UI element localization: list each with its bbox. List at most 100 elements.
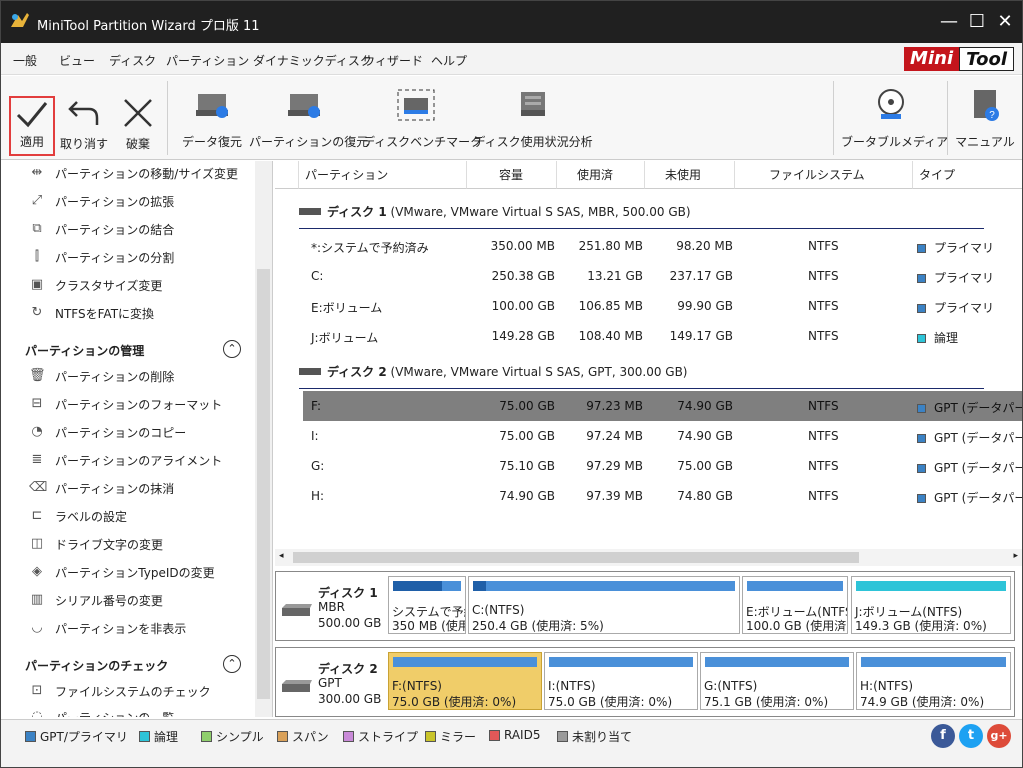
sidebar-item-hide[interactable]: ◡ パーティションを非表示 (29, 618, 186, 638)
cell-capacity: 250.38 GB (491, 269, 555, 283)
eraser-icon: ⌫ (29, 480, 48, 495)
brand-logo: Mini Tool (904, 47, 1014, 71)
disk2-info[interactable]: ディスク 2 GPT 300.00 GB (280, 654, 382, 712)
table-row-selected[interactable]: F: 75.00 GB 97.23 MB 74.90 GB NTFS GPT (… (303, 391, 1022, 421)
cell-partition: E:ボリューム (311, 301, 383, 315)
type-swatch (917, 404, 926, 413)
twitter-icon[interactable]: t (959, 724, 983, 748)
sidebar-item-align[interactable]: ≣ パーティションのアライメント (29, 450, 223, 470)
sidebar-item-copy[interactable]: ◔ パーティションのコピー (29, 422, 186, 442)
disk2-header[interactable]: ディスク 2 (VMware, VMware Virtual S SAS, GP… (299, 363, 687, 380)
partition-size: 250.4 GB (使用済: 5%) (472, 619, 604, 633)
sidebar-item-type-id[interactable]: ◈ パーティションTypeIDの変更 (29, 562, 215, 582)
sidebar-item-delete[interactable]: 🗑 パーティションの削除 (29, 366, 174, 386)
cell-unused: 74.90 GB (677, 429, 733, 443)
sidebar-item-extend[interactable]: ⤢ パーティションの拡張 (29, 191, 174, 211)
collapse-check-toggle[interactable]: ⌃ (223, 655, 241, 673)
disk1-partition-j[interactable]: J:ボリューム(NTFS) 149.3 GB (使用済: 0%) (851, 576, 1011, 634)
header-partition[interactable]: パーティション (299, 161, 467, 189)
disk2-partition-h[interactable]: H:(NTFS) 74.9 GB (使用済: 0%) (856, 652, 1011, 710)
apply-button[interactable]: 適用 (9, 96, 55, 156)
sidebar-item-label: NTFSをFATに変換 (55, 306, 155, 321)
sidebar-item-check-fs[interactable]: ⊡ ファイルシステムのチェック (29, 681, 211, 701)
menu-view[interactable]: ビュー (59, 52, 95, 69)
disk1-info[interactable]: ディスク 1 MBR 500.00 GB (280, 578, 382, 636)
cell-capacity: 149.28 GB (491, 329, 555, 343)
sidebar-item-split[interactable]: ⫿ パーティションの分割 (29, 247, 174, 267)
scroll-right-icon[interactable]: ▸ (1013, 551, 1018, 561)
sidebar-item-wipe[interactable]: ⌫ パーティションの抹消 (29, 478, 174, 498)
data-recovery-button[interactable]: データ復元 (179, 82, 245, 156)
menu-wizard[interactable]: ウィザード (363, 52, 423, 69)
manual-icon: ? (974, 90, 999, 121)
scroll-left-icon[interactable]: ◂ (279, 551, 284, 561)
collapse-manage-toggle[interactable]: ⌃ (223, 340, 241, 358)
disk1-header[interactable]: ディスク 1 (VMware, VMware Virtual S SAS, MB… (299, 203, 691, 220)
manual-button[interactable]: ? マニュアル (953, 82, 1017, 156)
sidebar-item-cluster-size[interactable]: ▣ クラスタサイズ変更 (29, 275, 163, 295)
sidebar-item-serial[interactable]: ▥ シリアル番号の変更 (29, 590, 163, 610)
header-filesystem[interactable]: ファイルシステム (735, 161, 913, 189)
sidebar-item-partition-list[interactable]: ◌ パーティションの一覧 (29, 707, 174, 717)
cell-filesystem: NTFS (808, 489, 839, 503)
disk1-partition-e[interactable]: E:ボリューム(NTFS) 100.0 GB (使用済 (742, 576, 848, 634)
sidebar-item-set-label[interactable]: ⊏ ラベルの設定 (29, 506, 127, 526)
cell-partition: *:システムで予約済み (311, 241, 429, 255)
table-row[interactable]: C: 250.38 GB 13.21 GB 237.17 GB NTFS プライ… (303, 261, 1022, 291)
sidebar-scroll-thumb[interactable] (257, 269, 270, 699)
cell-type: プライマリ (934, 301, 995, 315)
header-spacer (275, 161, 299, 189)
sidebar-item-format[interactable]: ⊟ パーティションのフォーマット (29, 394, 223, 414)
header-type[interactable]: タイプ (913, 161, 1022, 189)
header-used[interactable]: 使用済 (557, 161, 645, 189)
legend-bar: GPT/プライマリ 論理 シンプル スパン ストライプ ミラー RAID5 未割… (1, 719, 1022, 767)
table-row[interactable]: *:システムで予約済み 350.00 MB 251.80 MB 98.20 MB… (303, 231, 1022, 261)
cell-unused: 237.17 GB (669, 269, 733, 283)
disk2-partition-f-selected[interactable]: F:(NTFS) 75.0 GB (使用済: 0%) (388, 652, 542, 710)
google-plus-icon[interactable]: g+ (987, 724, 1011, 748)
table-row[interactable]: J:ボリューム 149.28 GB 108.40 MB 149.17 GB NT… (303, 321, 1022, 351)
menu-partition[interactable]: パーティション (166, 52, 249, 69)
disk1-partition-system[interactable]: システムで予約 350 MB (使用 (388, 576, 466, 634)
partition-recovery-button[interactable]: パーティションの復元 (249, 82, 368, 156)
table-row[interactable]: I: 75.00 GB 97.24 MB 74.90 GB NTFS GPT (… (303, 421, 1022, 451)
maximize-button[interactable]: ☐ (965, 11, 989, 35)
usage-bar (861, 657, 1006, 667)
table-row[interactable]: E:ボリューム 100.00 GB 106.85 MB 99.90 GB NTF… (303, 291, 1022, 321)
bootable-media-button[interactable]: ブータブルメディア (841, 82, 948, 156)
cell-partition: J:ボリューム (311, 331, 379, 345)
cell-used: 97.24 MB (586, 429, 643, 443)
header-capacity[interactable]: 容量 (467, 161, 557, 189)
table-row[interactable]: G: 75.10 GB 97.29 MB 75.00 GB NTFS GPT (… (303, 451, 1022, 481)
table-row[interactable]: H: 74.90 GB 97.39 MB 74.80 GB NTFS GPT (… (303, 481, 1022, 511)
header-unused[interactable]: 未使用 (645, 161, 735, 189)
close-button[interactable]: ✕ (993, 11, 1017, 35)
sidebar-item-label: ドライブ文字の変更 (55, 537, 164, 552)
table-horizontal-scrollbar[interactable]: ◂ ▸ (275, 549, 1022, 566)
cell-partition: G: (311, 459, 325, 473)
disk-benchmark-button[interactable]: ディスクベンチマーク (363, 82, 482, 156)
discard-button[interactable]: 破棄 (115, 96, 161, 156)
disk2-partition-g[interactable]: G:(NTFS) 75.1 GB (使用済: 0%) (700, 652, 854, 710)
check-fs-icon: ⊡ (31, 683, 43, 698)
sidebar-item-ntfs-to-fat[interactable]: ↻ NTFSをFATに変換 (29, 303, 154, 323)
usage-bar (705, 657, 849, 667)
sidebar-item-label: ラベルの設定 (55, 509, 128, 524)
sidebar-item-merge[interactable]: ⧉ パーティションの結合 (29, 219, 174, 239)
sidebar-item-move-resize[interactable]: ⇹ パーティションの移動/サイズ変更 (29, 163, 238, 183)
partition-label: F:(NTFS) (392, 679, 442, 693)
menu-disk[interactable]: ディスク (109, 52, 156, 69)
table-scroll-thumb[interactable] (293, 552, 859, 563)
minimize-button[interactable]: — (937, 11, 961, 35)
menu-dynamic-disk[interactable]: ダイナミックディスク (253, 52, 372, 69)
menu-help[interactable]: ヘルプ (431, 52, 467, 69)
undo-button[interactable]: 取り消す (59, 96, 109, 156)
sidebar-scrollbar[interactable] (255, 161, 272, 717)
disk2-partition-i[interactable]: I:(NTFS) 75.0 GB (使用済: 0%) (544, 652, 698, 710)
menu-general[interactable]: 一般 (13, 52, 37, 69)
facebook-icon[interactable]: f (931, 724, 955, 748)
sidebar-item-label: パーティションを非表示 (55, 621, 187, 636)
sidebar-item-drive-letter[interactable]: ◫ ドライブ文字の変更 (29, 534, 163, 554)
disk1-partition-c[interactable]: C:(NTFS) 250.4 GB (使用済: 5%) (468, 576, 740, 634)
space-analyzer-button[interactable]: ディスク使用状況分析 (473, 82, 593, 156)
